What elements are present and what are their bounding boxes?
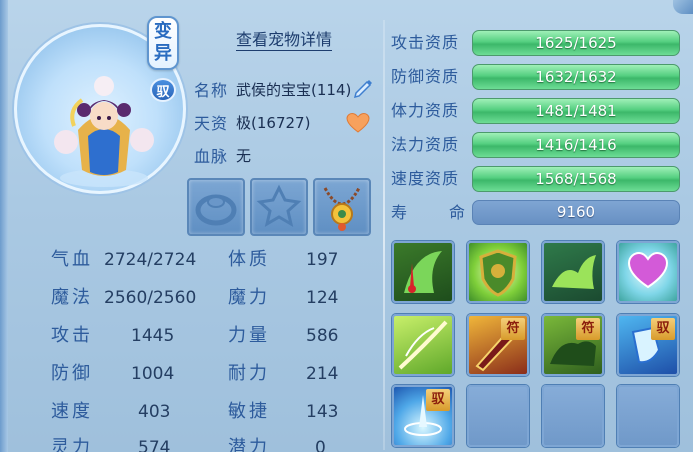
pet-bloodline-label: 血脉 xyxy=(194,147,229,166)
skill-slot-8[interactable]: 驭 xyxy=(617,314,679,376)
stamina-aptitude-bar: 1481/1481 xyxy=(472,98,680,124)
attr-value-hp: 2724/2724 xyxy=(104,250,197,270)
lifespan-label: 寿 命 xyxy=(391,200,465,226)
edit-name-icon[interactable] xyxy=(352,76,374,98)
ring-icon xyxy=(195,194,237,226)
lifespan-label-char-2: 命 xyxy=(448,203,465,222)
defense-aptitude-bar: 1632/1632 xyxy=(472,64,680,90)
shield-emblem-skill-icon xyxy=(479,249,517,297)
equipment-slot-ring[interactable] xyxy=(187,178,245,236)
skill-slot-2[interactable] xyxy=(467,241,529,303)
lifespan-label-char-1: 寿 xyxy=(391,203,408,222)
mutant-badge-char-2: 异 xyxy=(154,43,172,64)
pet-bloodline-row: 血脉 无 xyxy=(194,144,252,167)
equipment-slot-amulet[interactable] xyxy=(250,178,308,236)
heart-skill-icon xyxy=(627,251,669,289)
attr-label-mp: 魔法 xyxy=(51,287,93,308)
ride-tag: 驭 xyxy=(426,389,450,411)
stamina-aptitude-label: 体力资质 xyxy=(391,101,460,120)
defense-aptitude-label: 防御资质 xyxy=(391,67,460,86)
attr-label-defense: 防御 xyxy=(51,363,93,384)
empty-skill-slot[interactable] xyxy=(467,385,529,447)
heart-icon[interactable] xyxy=(346,112,370,134)
pet-bloodline-value: 无 xyxy=(236,146,252,165)
pet-avatar[interactable] xyxy=(48,70,160,190)
attr-label-spirit: 灵力 xyxy=(51,437,93,452)
attr-label-speed: 速度 xyxy=(51,401,93,422)
talisman-tag: 符 xyxy=(501,318,525,340)
pet-name-label: 名称 xyxy=(194,81,229,100)
mana-aptitude-bar: 1416/1416 xyxy=(472,132,680,158)
empty-skill-slot[interactable] xyxy=(542,385,604,447)
lifespan-bar: 9160 xyxy=(472,200,680,225)
skill-slot-3[interactable] xyxy=(542,241,604,303)
skill-slot-4[interactable] xyxy=(617,241,679,303)
skill-slot-6[interactable]: 符 xyxy=(467,314,529,376)
necklace-icon xyxy=(323,187,361,231)
speed-aptitude-label: 速度资质 xyxy=(391,169,460,188)
window-left-edge xyxy=(0,0,8,452)
amulet-icon xyxy=(256,184,302,228)
attr-label-hp: 气血 xyxy=(51,249,93,270)
attr-label-strength: 力量 xyxy=(228,325,270,346)
attr-value-attack: 1445 xyxy=(131,326,175,346)
attr-value-endurance: 214 xyxy=(306,364,339,384)
attr-value-constitution: 197 xyxy=(306,250,339,270)
attr-value-mp: 2560/2560 xyxy=(104,288,197,308)
attr-value-magic: 124 xyxy=(306,288,339,308)
skill-slot-9[interactable]: 驭 xyxy=(392,385,454,447)
speed-aptitude-bar: 1568/1568 xyxy=(472,166,680,192)
attr-value-agility: 143 xyxy=(306,402,339,422)
attr-label-attack: 攻击 xyxy=(51,325,93,346)
panel-divider xyxy=(383,20,385,450)
mutant-badge: 变 异 xyxy=(147,16,179,70)
window-corner-decoration xyxy=(673,0,693,14)
attr-label-potential: 潜力 xyxy=(228,437,270,452)
pet-aptitude-label: 天资 xyxy=(194,114,229,133)
skill-slot-1[interactable] xyxy=(392,241,454,303)
beast-spirit-skill-icon xyxy=(552,255,596,289)
pet-aptitude-row: 天资 极(16727) xyxy=(194,111,311,134)
leaf-skill-icon xyxy=(398,320,448,370)
attr-label-agility: 敏捷 xyxy=(228,401,270,422)
equipment-slot-necklace[interactable] xyxy=(313,178,371,236)
ride-tag: 驭 xyxy=(651,318,675,340)
attack-aptitude-label: 攻击资质 xyxy=(391,33,460,52)
ride-badge: 驭 xyxy=(150,78,176,102)
pet-aptitude-value: 极(16727) xyxy=(236,113,311,132)
attr-label-constitution: 体质 xyxy=(228,249,270,270)
pet-name-value: 武侯的宝宝(114) xyxy=(236,80,352,99)
attr-label-magic: 魔力 xyxy=(228,287,270,308)
attr-value-potential: 0 xyxy=(315,438,326,452)
mana-aptitude-label: 法力资质 xyxy=(391,135,460,154)
attr-value-spirit: 574 xyxy=(138,438,171,452)
attr-value-defense: 1004 xyxy=(131,364,175,384)
view-pet-details-link[interactable]: 查看宠物详情 xyxy=(236,30,333,51)
empty-skill-slot[interactable] xyxy=(617,385,679,447)
blood-drain-skill-icon xyxy=(404,251,442,293)
skill-slot-7[interactable]: 符 xyxy=(542,314,604,376)
pet-name-row: 名称 武侯的宝宝(114) xyxy=(194,78,352,101)
skill-slot-5[interactable] xyxy=(392,314,454,376)
attr-value-strength: 586 xyxy=(306,326,339,346)
attr-label-endurance: 耐力 xyxy=(228,363,270,384)
talisman-tag: 符 xyxy=(576,318,600,340)
attr-value-speed: 403 xyxy=(138,402,171,422)
attack-aptitude-bar: 1625/1625 xyxy=(472,30,680,56)
mutant-badge-char-1: 变 xyxy=(154,21,172,42)
